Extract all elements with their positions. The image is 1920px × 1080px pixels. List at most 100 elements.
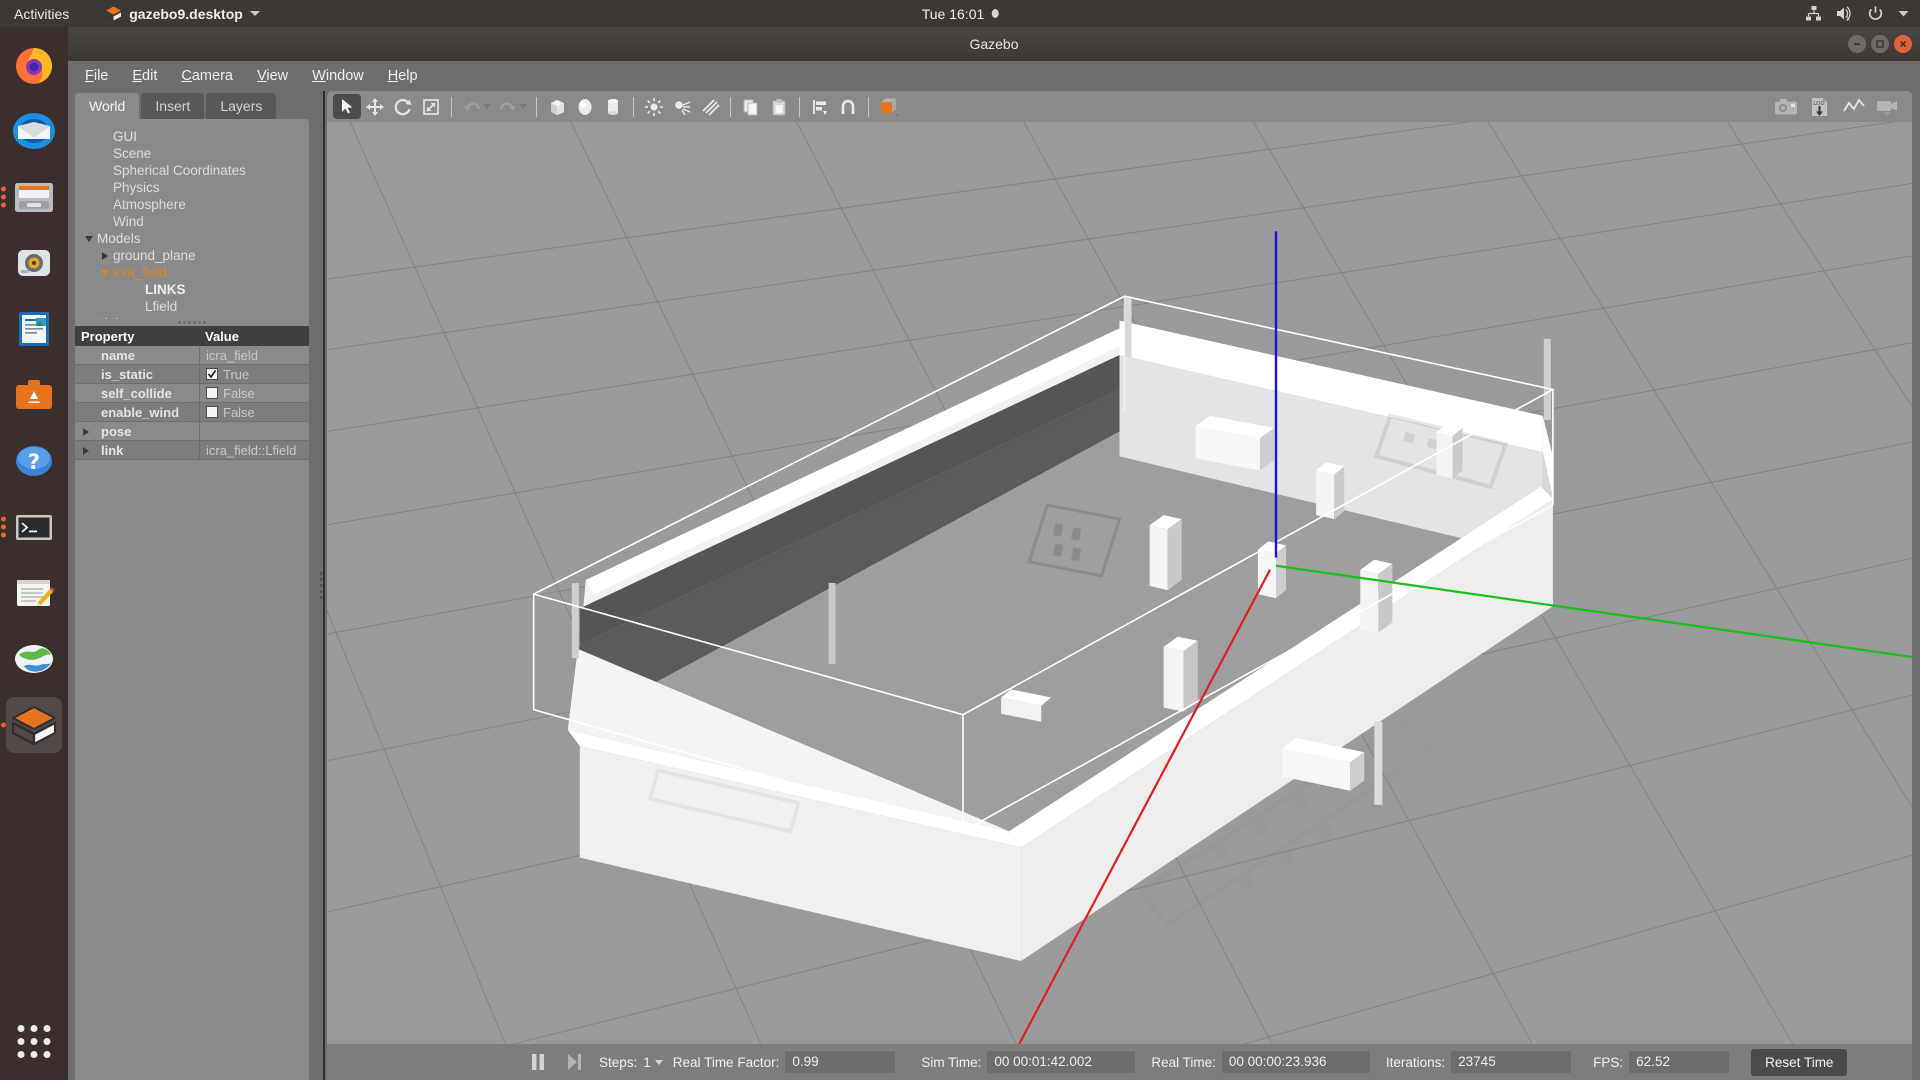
- tree-item-atmosphere[interactable]: Atmosphere: [81, 196, 309, 213]
- world-tree[interactable]: GUI Scene Spherical Coordinates Physics Atmo…: [75, 119, 309, 319]
- undo-button[interactable]: [458, 94, 486, 119]
- tree-item-ground-plane[interactable]: ground_plane: [81, 247, 309, 264]
- tree-item-icra-field[interactable]: icra_field: [81, 264, 309, 281]
- property-checkbox[interactable]: [206, 387, 218, 399]
- dock-item-help[interactable]: ?: [6, 433, 62, 489]
- dock-item-ubuntu-software[interactable]: [6, 367, 62, 423]
- dock-item-gazebo[interactable]: [1, 697, 62, 753]
- redo-button[interactable]: [494, 94, 522, 119]
- select-mode-button[interactable]: [333, 94, 361, 119]
- tray-chevron-down-icon[interactable]: [1897, 7, 1910, 20]
- maximize-button[interactable]: [1871, 35, 1889, 53]
- tree-item-scene[interactable]: Scene: [81, 145, 309, 162]
- rotate-mode-button[interactable]: [389, 94, 417, 119]
- screenshot-button[interactable]: [1772, 94, 1800, 119]
- chevron-right-icon[interactable]: [83, 424, 89, 439]
- plot-window-button[interactable]: [1840, 94, 1868, 119]
- property-value[interactable]: icra_field: [199, 346, 309, 364]
- volume-muted-icon[interactable]: x: [1835, 5, 1854, 22]
- tree-item-physics[interactable]: Physics: [81, 179, 309, 196]
- window-titlebar[interactable]: Gazebo: [68, 27, 1920, 61]
- property-checkbox[interactable]: [206, 406, 218, 418]
- pause-button[interactable]: [523, 1049, 553, 1075]
- video-record-button[interactable]: [1874, 94, 1902, 119]
- property-row-name[interactable]: name icra_field: [75, 346, 309, 365]
- power-icon[interactable]: [1867, 5, 1884, 22]
- tab-layers[interactable]: Layers: [206, 93, 277, 119]
- vertical-splitter[interactable]: [315, 91, 327, 1080]
- property-value[interactable]: False: [199, 403, 309, 421]
- undo-history-caret-icon[interactable]: [483, 104, 491, 109]
- menu-view[interactable]: View: [246, 64, 299, 88]
- step-button[interactable]: [559, 1049, 589, 1075]
- tab-insert[interactable]: Insert: [141, 93, 205, 119]
- tree-item-links[interactable]: LINKS: [81, 281, 309, 298]
- tree-item-lfield[interactable]: Lfield: [81, 298, 309, 315]
- property-value[interactable]: [199, 422, 309, 440]
- chevron-down-icon[interactable]: [81, 235, 97, 242]
- property-row-enable_wind[interactable]: enable_wind False: [75, 403, 309, 422]
- dock-item-firefox[interactable]: [6, 37, 62, 93]
- property-row-link[interactable]: link icra_field::Lfield: [75, 441, 309, 460]
- network-icon[interactable]: [1805, 5, 1822, 22]
- panel-splitter-handle[interactable]: [75, 319, 309, 326]
- redo-history-caret-icon[interactable]: [519, 104, 527, 109]
- menu-window[interactable]: Window: [301, 64, 375, 88]
- render-viewport[interactable]: [327, 122, 1912, 1044]
- directional-light-button[interactable]: [696, 94, 724, 119]
- log-data-button[interactable]: LOG: [1806, 94, 1834, 119]
- dock-item-globe-browser[interactable]: [6, 631, 62, 687]
- dock-item-rhythmbox[interactable]: [6, 235, 62, 291]
- dock-item-terminal[interactable]: [1, 499, 62, 555]
- property-row-pose[interactable]: pose: [75, 422, 309, 441]
- dock-item-text-editor[interactable]: [6, 565, 62, 621]
- property-row-is_static[interactable]: is_static True: [75, 365, 309, 384]
- menu-camera[interactable]: Camera: [170, 64, 244, 88]
- tree-item-label: LINKS: [145, 282, 186, 297]
- tree-item-spherical-coordinates[interactable]: Spherical Coordinates: [81, 162, 309, 179]
- dock-item-files[interactable]: [1, 169, 62, 225]
- menu-edit[interactable]: Edit: [121, 64, 168, 88]
- insert-sphere-button[interactable]: [571, 94, 599, 119]
- close-button[interactable]: [1894, 35, 1912, 53]
- view-angle-button[interactable]: [875, 94, 903, 119]
- tree-item-gui[interactable]: GUI: [81, 128, 309, 145]
- steps-spinner[interactable]: 1: [643, 1055, 663, 1070]
- insert-cylinder-button[interactable]: [599, 94, 627, 119]
- real-time-factor-label: Real Time Factor:: [672, 1054, 780, 1070]
- snap-button[interactable]: [834, 94, 862, 119]
- tree-item-models[interactable]: Models: [81, 230, 309, 247]
- chevron-down-icon[interactable]: [97, 269, 113, 276]
- translate-mode-button[interactable]: [361, 94, 389, 119]
- spot-light-button[interactable]: [668, 94, 696, 119]
- menu-file[interactable]: File: [74, 64, 119, 88]
- reset-time-button[interactable]: Reset Time: [1751, 1048, 1848, 1076]
- insert-box-button[interactable]: [543, 94, 571, 119]
- iterations-value: 23745: [1451, 1051, 1572, 1073]
- menu-help[interactable]: Help: [377, 64, 429, 88]
- dock-item-libreoffice-writer[interactable]: [6, 301, 62, 357]
- running-indicator: [1, 722, 6, 728]
- tab-world[interactable]: World: [75, 93, 140, 119]
- dock-item-thunderbird[interactable]: [6, 103, 62, 159]
- minimize-button[interactable]: [1848, 35, 1866, 53]
- paste-button[interactable]: [765, 94, 793, 119]
- app-menu-button[interactable]: gazebo9.desktop: [105, 5, 260, 22]
- point-light-button[interactable]: [640, 94, 668, 119]
- property-value[interactable]: True: [199, 365, 309, 383]
- property-checkbox[interactable]: [206, 368, 218, 380]
- chevron-right-icon[interactable]: [83, 443, 89, 458]
- show-applications-button[interactable]: [17, 1025, 51, 1058]
- align-button[interactable]: [806, 94, 834, 119]
- property-row-self_collide[interactable]: self_collide False: [75, 384, 309, 403]
- tree-item-wind[interactable]: Wind: [81, 213, 309, 230]
- running-indicator: [1, 186, 6, 208]
- property-key-label: enable_wind: [101, 404, 180, 420]
- property-value[interactable]: icra_field::Lfield: [199, 441, 309, 459]
- scale-mode-button[interactable]: [417, 94, 445, 119]
- activities-button[interactable]: Activities: [14, 6, 69, 22]
- chevron-right-icon[interactable]: [97, 251, 113, 260]
- property-value[interactable]: False: [199, 384, 309, 402]
- clock-button[interactable]: Tue 16:01: [922, 6, 999, 22]
- copy-button[interactable]: [737, 94, 765, 119]
